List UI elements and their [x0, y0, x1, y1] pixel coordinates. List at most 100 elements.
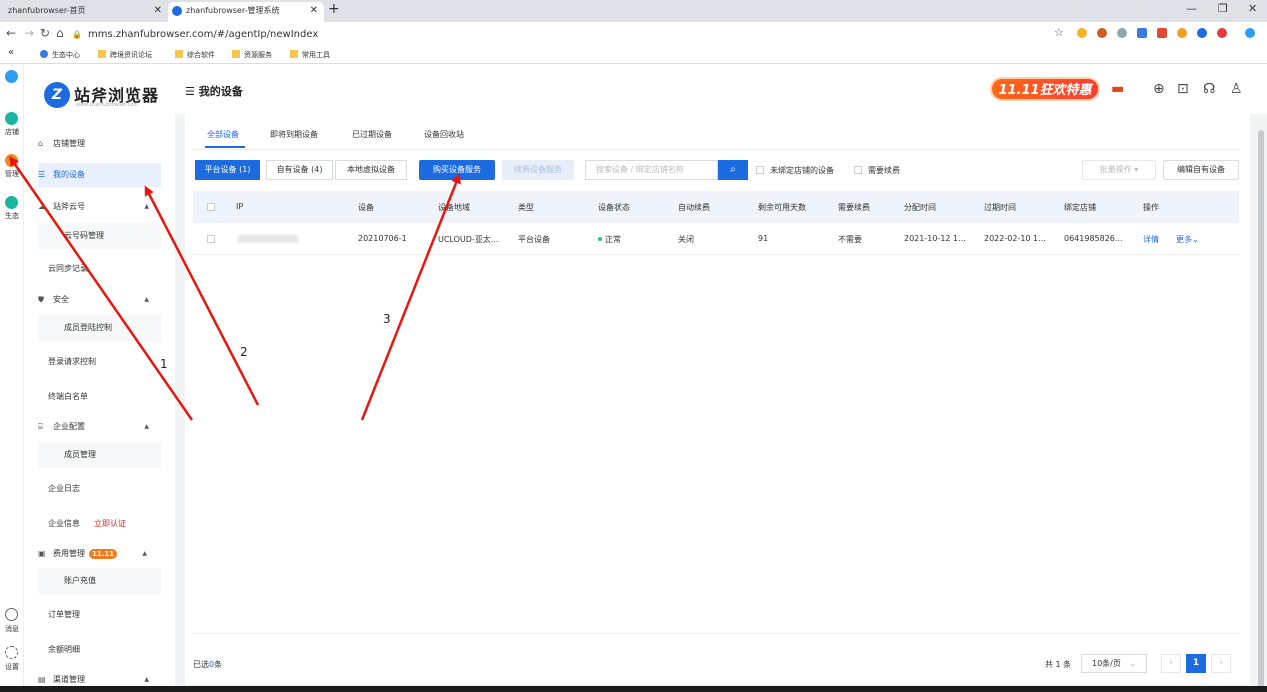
page-title: ☰ 我的设备	[185, 83, 243, 99]
browser-tab-home[interactable]: zhanfubrowser-首页 ✕	[0, 2, 168, 22]
wallet-icon: ▣	[38, 549, 46, 558]
edit-own-devices-button[interactable]: 编辑自有设备	[1163, 160, 1239, 180]
close-icon[interactable]: ✕	[310, 2, 318, 20]
more-label: 更多	[1176, 235, 1192, 244]
sidebar-item-recharge[interactable]: 账户充值	[38, 568, 161, 594]
store-icon[interactable]	[5, 112, 18, 125]
collapse-icon[interactable]: «	[8, 48, 14, 58]
back-icon[interactable]: ←	[6, 26, 16, 40]
next-page-button[interactable]: ›	[1211, 654, 1231, 673]
prev-page-button[interactable]: ‹	[1161, 654, 1181, 673]
star-icon[interactable]: ☆	[1054, 26, 1064, 39]
sidebar-item-member-mgmt[interactable]: 成员管理	[38, 442, 161, 468]
sidebar-label: 渠道管理	[53, 675, 85, 684]
sidebar-item-security[interactable]: ⛊ 安全 ▲	[38, 288, 161, 312]
close-icon[interactable]: ✕	[154, 2, 162, 20]
address-bar[interactable]: 🔒 mms.zhanfubrowser.com/#/agentIp/newInde…	[72, 26, 1052, 43]
sidebar-item-login-request[interactable]: 登录请求控制	[48, 349, 161, 375]
ecosystem-icon[interactable]	[5, 196, 18, 209]
unbound-filter[interactable]: 未绑定店铺的设备	[756, 165, 834, 176]
column-header: 分配时间	[904, 203, 936, 212]
verify-now-link[interactable]: 立即认证	[94, 519, 126, 528]
selected-suffix: 条	[214, 660, 223, 669]
bookmark-item[interactable]: 常用工具	[290, 50, 330, 60]
manage-icon[interactable]	[5, 154, 18, 167]
seg-platform-devices[interactable]: 平台设备 (1)	[195, 160, 260, 180]
message-icon[interactable]	[5, 608, 18, 621]
sidebar-item-cloud-sync[interactable]: 云同步记录	[48, 256, 161, 282]
chevron-up-icon: ▲	[144, 296, 149, 303]
home-icon[interactable]: ⌂	[56, 26, 64, 40]
sidebar-item-balance[interactable]: 余额明细	[48, 637, 161, 663]
extension-icon[interactable]	[1077, 28, 1087, 38]
buy-device-button[interactable]: 购买设备服务	[419, 160, 495, 180]
more-dropdown[interactable]: 更多⌄	[1176, 234, 1199, 245]
menu-fold-icon[interactable]: ☰	[185, 85, 195, 98]
tab-recycle-bin[interactable]: 设备回收站	[424, 129, 464, 140]
browser-tab-admin[interactable]: zhanfubrowser-管理系统 ✕	[168, 2, 324, 22]
search-input[interactable]: 搜索设备 / 绑定店铺名称	[585, 160, 718, 180]
batch-ops-dropdown[interactable]: 批量操作 ▾	[1082, 160, 1156, 180]
sidebar-item-enterprise-info[interactable]: 企业信息 立即认证	[48, 511, 161, 537]
extension-icon[interactable]	[1157, 28, 1167, 38]
tab-expiring[interactable]: 即将到期设备	[270, 129, 318, 140]
sidebar-item-cloud-code[interactable]: 云号码管理	[38, 223, 161, 249]
settings-icon[interactable]	[5, 646, 18, 659]
sidebar-item-enterprise-log[interactable]: 企业日志	[48, 476, 161, 502]
bookmark-item[interactable]: 综合软件	[175, 50, 215, 60]
window-close-icon[interactable]: ✕	[1248, 2, 1257, 15]
extension-icon[interactable]	[1097, 28, 1107, 38]
shop-bag-icon[interactable]: ⊡	[1177, 81, 1189, 97]
tab-all-devices[interactable]: 全部设备	[207, 129, 239, 140]
bookmark-item[interactable]: 生态中心	[40, 50, 80, 60]
select-all-checkbox[interactable]	[207, 203, 221, 212]
add-circle-icon[interactable]: ⊕	[1153, 81, 1165, 97]
bookmark-item[interactable]: 跨境资讯论坛	[98, 50, 152, 60]
sidebar-item-enterprise-config[interactable]: ⌸ 企业配置 ▲	[38, 415, 161, 439]
row-checkbox[interactable]	[207, 235, 221, 244]
ticket-icon[interactable]: ▬	[1111, 81, 1124, 97]
promo-banner[interactable]: 11.11狂欢特惠	[990, 77, 1100, 101]
checkbox[interactable]	[854, 166, 862, 174]
reload-icon[interactable]: ↻	[40, 26, 50, 40]
avatar[interactable]	[5, 70, 18, 83]
support-icon[interactable]: ☊	[1203, 81, 1215, 97]
scrollbar-thumb[interactable]	[1258, 130, 1264, 690]
extension-icon[interactable]	[1197, 28, 1207, 38]
tab-expired[interactable]: 已过期设备	[352, 129, 392, 140]
seg-own-devices[interactable]: 自有设备 (4)	[266, 160, 333, 180]
renew-device-button[interactable]: 续费设备服务	[502, 160, 574, 180]
sidebar-label: 费用管理	[53, 549, 85, 558]
seg-local-virtual[interactable]: 本地虚拟设备	[335, 160, 407, 180]
sidebar-item-store-management[interactable]: ⌂ 店铺管理	[38, 132, 161, 156]
sidebar-item-my-devices[interactable]: ☰ 我的设备	[38, 163, 161, 187]
sidebar-item-member-login[interactable]: 成员登陆控制	[38, 315, 161, 341]
minimize-icon[interactable]: —	[1186, 2, 1197, 15]
page-number[interactable]: 1	[1186, 654, 1206, 673]
sidebar-item-whitelist[interactable]: 终端白名单	[48, 384, 161, 410]
maximize-icon[interactable]: ❐	[1218, 2, 1228, 15]
new-tab-icon[interactable]: +	[328, 1, 340, 17]
cell-device: 20210706-1	[358, 234, 407, 243]
page-size-select[interactable]: 10条/页 ⌄	[1081, 654, 1147, 673]
selected-prefix: 已选	[193, 660, 209, 669]
ip-blurred	[238, 235, 298, 243]
checkbox[interactable]	[756, 166, 764, 174]
cloud-icon: ☁	[38, 202, 46, 211]
extension-icon[interactable]	[1177, 28, 1187, 38]
extension-icon[interactable]	[1217, 28, 1227, 38]
sidebar-item-cloud[interactable]: ☁ 站斧云号 ▲	[38, 195, 161, 219]
extension-icon[interactable]	[1117, 28, 1127, 38]
needs-renew-filter[interactable]: 需要续费	[854, 165, 900, 176]
search-icon[interactable]: ⌕	[718, 160, 748, 180]
forward-icon[interactable]: →	[24, 26, 34, 40]
browser-tab-bar: zhanfubrowser-首页 ✕ zhanfubrowser-管理系统 ✕ …	[0, 0, 1267, 22]
extension-icon[interactable]	[1245, 28, 1255, 38]
sidebar-item-fee-mgmt[interactable]: ▣ 费用管理 11.11 ▲	[38, 542, 161, 566]
detail-link[interactable]: 详情	[1143, 234, 1159, 245]
user-icon[interactable]: ♙	[1230, 81, 1243, 97]
sidebar-item-orders[interactable]: 订单管理	[48, 602, 161, 628]
bookmark-item[interactable]: 资源服务	[232, 50, 272, 60]
extension-icon[interactable]	[1137, 28, 1147, 38]
divider	[193, 149, 1239, 150]
